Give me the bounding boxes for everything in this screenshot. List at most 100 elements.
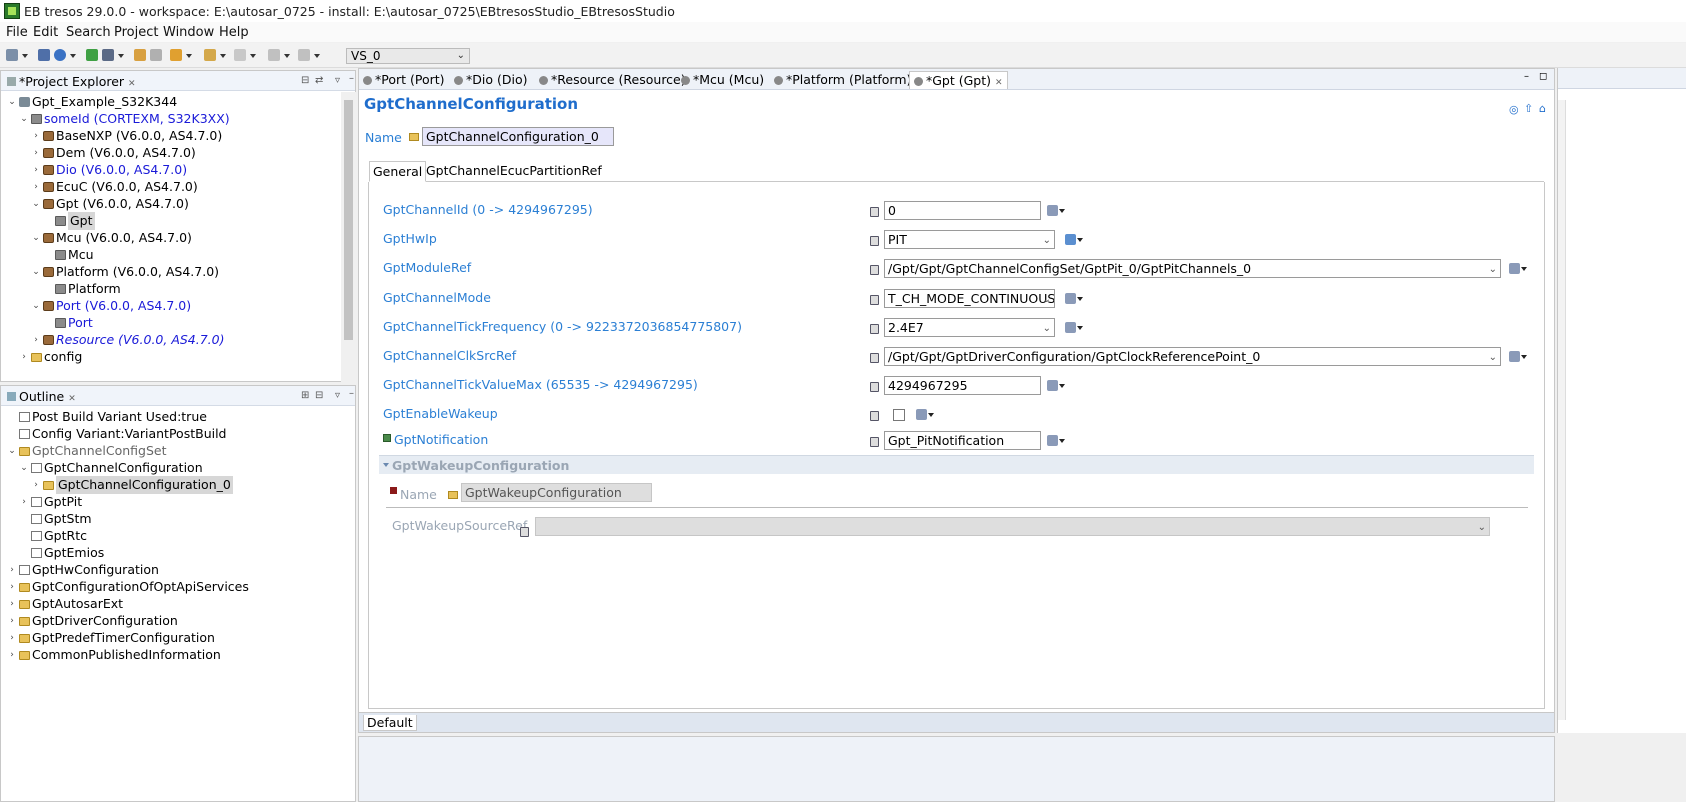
gpt-enable-wakeup-checkbox[interactable] — [893, 409, 905, 421]
name-input[interactable]: GptChannelConfiguration_0 — [422, 127, 614, 146]
chevron-right-icon[interactable]: › — [31, 127, 41, 145]
chevron-down-icon[interactable]: ⌄ — [7, 442, 17, 460]
chevron-right-icon[interactable]: › — [31, 161, 41, 179]
wizard-icon[interactable] — [134, 49, 146, 61]
tab-default[interactable]: Default — [363, 715, 417, 731]
reference-icon[interactable]: ◎ — [1509, 103, 1519, 116]
menu-project[interactable]: Project — [114, 25, 158, 40]
run-icon[interactable] — [170, 49, 182, 61]
scrollbar-thumb[interactable] — [344, 100, 353, 340]
forward-icon[interactable] — [234, 49, 246, 61]
chevron-down-icon[interactable]: ⌄ — [31, 229, 41, 247]
gpt-channel-tick-value-max-input[interactable]: 4294967295 — [884, 376, 1041, 395]
expand-all-icon[interactable]: ⊞ — [301, 390, 309, 401]
forward-dropdown-icon[interactable] — [250, 54, 256, 58]
chevron-right-icon[interactable]: › — [7, 612, 17, 630]
home-icon[interactable]: ⌂ — [1539, 102, 1546, 115]
new-icon[interactable] — [6, 49, 18, 61]
close-icon[interactable]: ✕ — [68, 394, 76, 404]
edit-options-icon[interactable] — [1065, 322, 1083, 333]
tab-port[interactable]: *Port (Port) — [363, 71, 445, 89]
tab-dio[interactable]: *Dio (Dio) — [454, 71, 527, 89]
chevron-right-icon[interactable]: › — [19, 493, 29, 511]
wakeup-section-header[interactable]: GptWakeupConfiguration — [379, 455, 1534, 474]
collapse-all-icon[interactable]: ⊟ — [315, 390, 323, 401]
chevron-right-icon[interactable]: › — [7, 578, 17, 596]
tab-mcu[interactable]: *Mcu (Mcu) — [681, 71, 764, 89]
edit-options-icon[interactable] — [1047, 205, 1065, 216]
generate-dropdown-icon[interactable] — [118, 54, 124, 58]
save-icon[interactable] — [38, 49, 50, 61]
next-annotation-icon[interactable] — [298, 49, 310, 61]
edit-options-icon[interactable] — [1509, 351, 1527, 362]
minimize-icon[interactable]: – — [349, 388, 354, 399]
menu-window[interactable]: Window — [163, 25, 214, 40]
globe-icon[interactable] — [54, 49, 66, 61]
tab-gpt-channel-ecuc-partition-ref[interactable]: GptChannelEcucPartitionRef — [423, 161, 605, 182]
maximize-icon[interactable]: ◻ — [1539, 71, 1547, 82]
run-dropdown-icon[interactable] — [186, 54, 192, 58]
chevron-down-icon[interactable]: ⌄ — [19, 459, 29, 477]
tab-gpt[interactable]: *Gpt (Gpt) ✕ — [909, 71, 1008, 89]
menu-help[interactable]: Help — [219, 25, 249, 40]
calculate-menu-icon[interactable] — [1065, 234, 1083, 245]
gpt-channel-id-input[interactable]: 0 — [884, 201, 1041, 220]
view-menu-icon[interactable]: ▿ — [335, 390, 340, 401]
chevron-right-icon[interactable]: › — [7, 595, 17, 613]
prev-annotation-icon[interactable] — [268, 49, 280, 61]
chevron-down-icon[interactable]: ⌄ — [31, 195, 41, 213]
edit-options-icon[interactable] — [1065, 293, 1083, 304]
collapse-all-icon[interactable]: ⊟ — [301, 75, 309, 86]
outline-title[interactable]: Outline ✕ — [7, 389, 76, 404]
project-explorer-scrollbar[interactable] — [341, 92, 356, 382]
gpt-module-ref-select[interactable]: /Gpt/Gpt/GptChannelConfigSet/GptPit_0/Gp… — [884, 259, 1501, 278]
minimize-icon[interactable]: – — [349, 73, 354, 84]
gpt-hw-ip-select[interactable]: PIT ⌄ — [884, 230, 1055, 249]
edit-options-icon[interactable] — [1047, 435, 1065, 446]
chevron-right-icon[interactable]: › — [31, 476, 41, 494]
chevron-down-icon[interactable]: ⌄ — [7, 93, 17, 111]
chevron-right-icon[interactable]: › — [31, 178, 41, 196]
variant-select[interactable]: VS_0 ⌄ — [346, 48, 470, 64]
chevron-right-icon[interactable]: › — [19, 348, 29, 366]
close-icon[interactable]: ✕ — [995, 78, 1003, 88]
tab-platform[interactable]: *Platform (Platform) — [774, 71, 911, 89]
chevron-right-icon[interactable]: › — [7, 629, 17, 647]
tab-resource[interactable]: *Resource (Resource) — [539, 71, 686, 89]
wakeup-name-input[interactable]: GptWakeupConfiguration — [461, 483, 652, 502]
chevron-down-icon[interactable]: ⌄ — [31, 263, 41, 281]
tab-general[interactable]: General — [369, 161, 427, 182]
edit-options-icon[interactable] — [1047, 380, 1065, 391]
link-editor-icon[interactable]: ⇄ — [315, 75, 323, 86]
menu-file[interactable]: File — [6, 25, 28, 40]
wakeup-source-ref-select[interactable]: ⌄ — [535, 517, 1490, 536]
chevron-right-icon[interactable]: › — [7, 646, 17, 664]
next-annotation-dropdown-icon[interactable] — [314, 54, 320, 58]
back-icon[interactable] — [204, 49, 216, 61]
minimize-icon[interactable]: – — [1524, 71, 1529, 82]
menu-search[interactable]: Search — [66, 25, 111, 40]
chevron-right-icon[interactable]: › — [31, 331, 41, 349]
gpt-channel-mode-select[interactable]: T_CH_MODE_CONTINUOUS ⌄ — [884, 289, 1055, 308]
view-menu-icon[interactable]: ▿ — [335, 75, 340, 86]
close-icon[interactable]: ✕ — [128, 79, 136, 89]
gpt-channel-clk-src-ref-select[interactable]: /Gpt/Gpt/GptDriverConfiguration/GptClock… — [884, 347, 1501, 366]
new-dropdown-icon[interactable] — [22, 54, 28, 58]
gpt-channel-tick-frequency-select[interactable]: 2.4E7 ⌄ — [884, 318, 1055, 337]
link-icon[interactable] — [150, 49, 162, 61]
chevron-down-icon[interactable]: ⌄ — [31, 297, 41, 315]
back-dropdown-icon[interactable] — [220, 54, 226, 58]
edit-options-icon[interactable] — [1509, 263, 1527, 274]
gpt-notification-input[interactable]: Gpt_PitNotification — [884, 431, 1041, 450]
up-icon[interactable]: ⇧ — [1524, 102, 1533, 115]
generate-icon[interactable] — [102, 49, 114, 61]
verify-icon[interactable] — [86, 49, 98, 61]
menu-edit[interactable]: Edit — [33, 25, 58, 40]
project-explorer-title[interactable]: *Project Explorer ✕ — [7, 74, 136, 89]
chevron-right-icon[interactable]: › — [31, 144, 41, 162]
edit-options-icon[interactable] — [916, 409, 934, 420]
globe-dropdown-icon[interactable] — [70, 54, 76, 58]
chevron-right-icon[interactable]: › — [7, 561, 17, 579]
prev-annotation-dropdown-icon[interactable] — [284, 54, 290, 58]
chevron-down-icon[interactable]: ⌄ — [19, 110, 29, 128]
